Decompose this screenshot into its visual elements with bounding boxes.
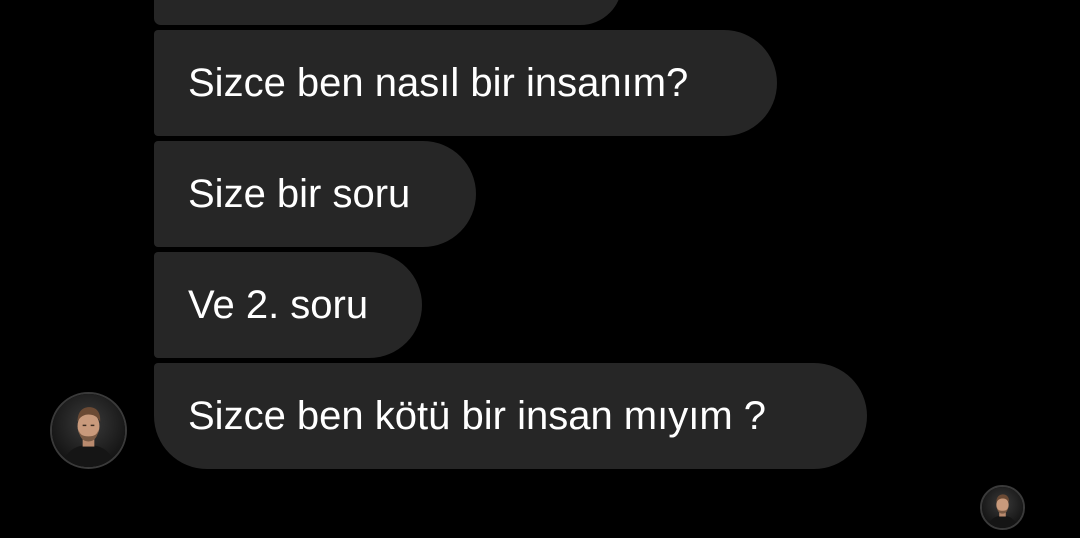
message-text: Ve 2. soru <box>188 283 369 327</box>
message-bubble[interactable] <box>154 0 622 25</box>
message-bubble[interactable]: Sizce ben nasıl bir insanım? <box>154 30 777 136</box>
read-receipt-avatar[interactable] <box>980 485 1025 530</box>
message-bubble[interactable]: Sizce ben kötü bir insan mıyım ? <box>154 363 867 469</box>
message-text: Sizce ben kötü bir insan mıyım ? <box>188 394 767 438</box>
user-avatar-icon <box>52 394 125 467</box>
message-bubble[interactable]: Ve 2. soru <box>154 252 422 358</box>
message-text: Size bir soru <box>188 172 411 216</box>
chat-thread: Sizce ben nasıl bir insanım? Size bir so… <box>0 0 1080 538</box>
message-bubble[interactable]: Size bir soru <box>154 141 476 247</box>
message-text: Sizce ben nasıl bir insanım? <box>188 61 689 105</box>
user-avatar-icon <box>982 487 1023 528</box>
sender-avatar[interactable] <box>50 392 127 469</box>
